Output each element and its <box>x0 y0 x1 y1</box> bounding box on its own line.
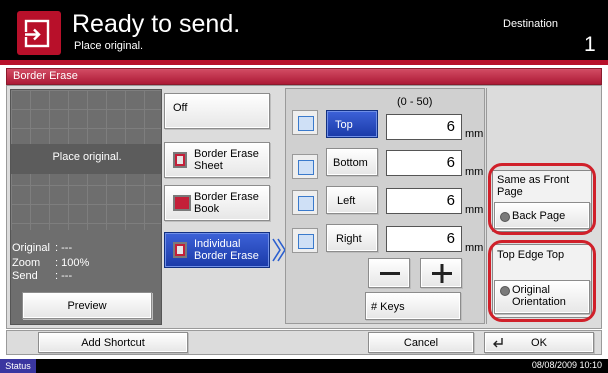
info-original: Original : --- <box>12 242 72 254</box>
plus-icon <box>432 264 452 283</box>
bottom-unit: mm <box>465 166 484 178</box>
mode-individual-button[interactable]: Individual Border Erase <box>164 232 270 268</box>
side-left-button[interactable]: Left <box>326 186 378 214</box>
page-subtitle: Place original. <box>74 40 144 52</box>
info-zoom-value: : 100% <box>55 257 90 269</box>
side-right-label: Right <box>336 233 362 245</box>
add-shortcut-label: Add Shortcut <box>81 336 145 349</box>
side-bottom-button[interactable]: Bottom <box>326 148 378 176</box>
cancel-label: Cancel <box>403 336 439 349</box>
page-title: Ready to send. <box>72 10 241 38</box>
destination-label: Destination <box>503 18 559 30</box>
side-right-button[interactable]: Right <box>326 224 378 252</box>
info-original-value: : --- <box>55 242 73 254</box>
section-title-bar: Border Erase <box>6 68 602 85</box>
left-edge-icon <box>292 190 318 215</box>
bottom-edge-icon <box>292 154 318 179</box>
mode-individual-label: Individual Border Erase <box>194 238 259 262</box>
bottom-value-field[interactable]: 6 <box>386 150 462 176</box>
status-tab[interactable]: Status <box>0 359 36 373</box>
top-unit: mm <box>465 128 484 140</box>
preview-button[interactable]: Preview <box>22 292 152 319</box>
mode-sheet-button[interactable]: Border Erase Sheet <box>164 142 270 178</box>
mode-sheet-label: Border Erase Sheet <box>194 148 259 172</box>
mode-book-button[interactable]: Border Erase Book <box>164 185 270 221</box>
preview-panel: Place original. Original : --- Zoom : 100%… <box>10 89 162 325</box>
selection-arrow-icon <box>272 238 286 262</box>
side-bottom-label: Bottom <box>333 157 368 169</box>
right-value-field[interactable]: 6 <box>386 226 462 252</box>
info-zoom-key: Zoom <box>12 257 41 269</box>
header-bar: Ready to send. Place original. Destinati… <box>0 0 608 60</box>
ok-label: OK <box>531 336 547 349</box>
right-unit: mm <box>465 242 484 254</box>
top-edge-icon <box>292 110 318 135</box>
border-erase-sheet-icon <box>173 152 187 168</box>
header-accent-band <box>0 60 608 65</box>
mode-off-button[interactable]: Off <box>164 93 270 129</box>
side-left-label: Left <box>337 195 356 207</box>
numeric-keys-label: # Keys <box>371 301 405 313</box>
border-erase-book-icon <box>173 195 191 211</box>
highlight-oval-top <box>488 163 596 235</box>
mode-book-label: Border Erase Book <box>194 191 259 215</box>
minus-button[interactable] <box>368 258 410 288</box>
left-unit: mm <box>465 204 484 216</box>
top-value-field[interactable]: 6 <box>386 114 462 140</box>
send-icon <box>17 11 61 55</box>
destination-count: 1 <box>584 33 596 56</box>
status-datetime: 08/08/2009 10:10 <box>531 360 602 370</box>
section-title: Border Erase <box>13 70 78 82</box>
info-send: Send : --- <box>12 270 72 282</box>
mode-off-label: Off <box>173 102 188 114</box>
add-shortcut-button[interactable]: Add Shortcut <box>38 332 188 353</box>
preview-placeholder: Place original. <box>52 151 122 163</box>
plus-button[interactable] <box>420 258 462 288</box>
left-value-field[interactable]: 6 <box>386 188 462 214</box>
side-top-button[interactable]: Top <box>326 110 378 138</box>
ok-button[interactable]: OK <box>484 332 594 353</box>
minus-icon <box>380 272 400 275</box>
info-original-key: Original <box>12 242 50 254</box>
preview-button-label: Preview <box>67 299 107 312</box>
right-edge-icon <box>292 228 318 253</box>
individual-border-erase-icon <box>173 242 187 258</box>
info-send-value: : --- <box>55 270 73 282</box>
side-top-label: Top <box>335 119 353 131</box>
info-zoom: Zoom : 100% <box>12 257 89 269</box>
numeric-keys-button[interactable]: # Keys <box>365 292 461 320</box>
info-send-key: Send <box>12 270 38 282</box>
status-bar: Status 08/08/2009 10:10 <box>0 359 608 373</box>
range-label: (0 - 50) <box>397 96 433 108</box>
highlight-oval-bottom <box>488 240 596 322</box>
cancel-button[interactable]: Cancel <box>368 332 474 353</box>
